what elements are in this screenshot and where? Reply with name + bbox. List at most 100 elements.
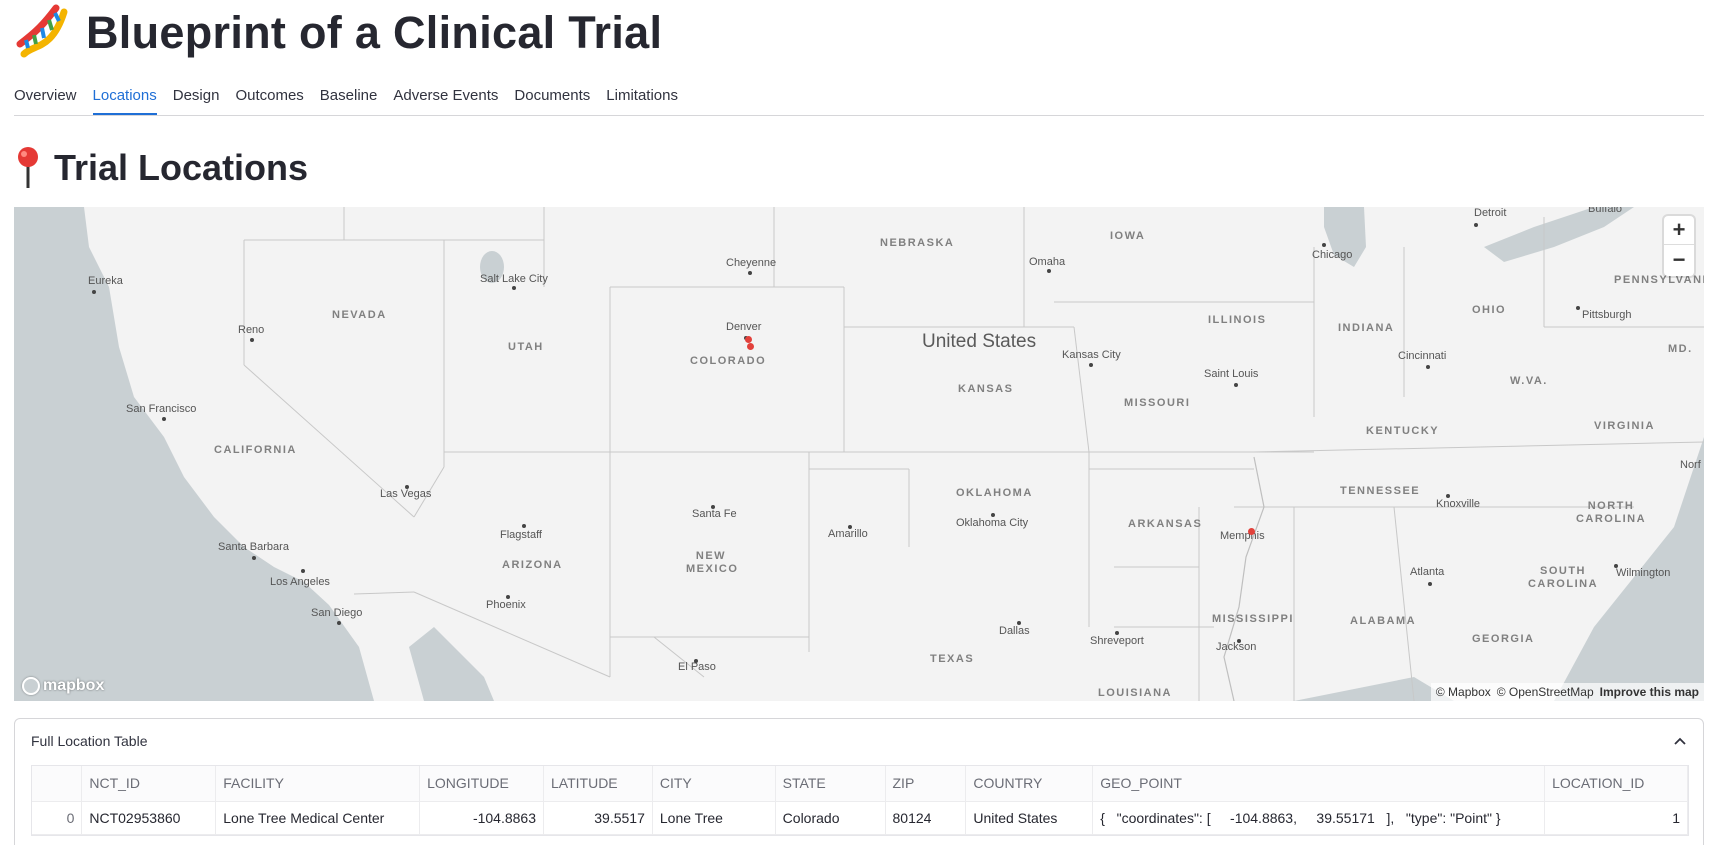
geo-point-cell[interactable]: { "coordinates": [ -104.8863, 39.55171 ]… xyxy=(1092,801,1546,835)
city-dot xyxy=(512,286,516,290)
column-header-index[interactable] xyxy=(32,766,83,802)
column-header-country[interactable]: COUNTRY xyxy=(965,766,1094,802)
city-cell[interactable]: Lone Tree xyxy=(652,801,776,835)
map-state-label: NEBRASKA xyxy=(880,237,955,249)
map-city-label: Salt Lake City xyxy=(480,273,548,285)
map-state-label: OKLAHOMA xyxy=(956,487,1033,499)
column-header-longitude[interactable]: LONGITUDE xyxy=(419,766,544,802)
map-state-label: KENTUCKY xyxy=(1366,425,1440,437)
trial-site-marker[interactable] xyxy=(1248,528,1255,535)
map-city-label: Denver xyxy=(726,321,762,333)
row-index-cell[interactable]: 0 xyxy=(32,801,83,835)
map-state-label: ALABAMA xyxy=(1350,615,1417,627)
expander-header[interactable]: Full Location Table xyxy=(15,719,1703,763)
city-dot xyxy=(1426,365,1430,369)
city-dot xyxy=(991,513,995,517)
mapbox-logo[interactable]: mapbox xyxy=(22,677,104,695)
city-dot xyxy=(1474,223,1478,227)
city-dot xyxy=(1047,269,1051,273)
column-header-facility[interactable]: FACILITY xyxy=(215,766,421,802)
chevron-up-icon[interactable] xyxy=(1673,734,1687,748)
map-state-label: MISSISSIPPI xyxy=(1212,613,1294,625)
city-dot xyxy=(301,569,305,573)
location-id-cell[interactable]: 1 xyxy=(1544,801,1688,835)
attribution-mapbox-link[interactable]: © Mapbox xyxy=(1436,685,1491,699)
city-dot xyxy=(405,485,409,489)
city-dot xyxy=(848,525,852,529)
city-dot xyxy=(694,659,698,663)
column-header-zip[interactable]: ZIP xyxy=(885,766,967,802)
locations-map[interactable]: United States NEBRASKA IOWA NEVADA UTAH … xyxy=(14,207,1704,701)
section-title: Trial Locations xyxy=(54,147,309,188)
map-city-label: Saint Louis xyxy=(1204,368,1259,380)
map-state-label: IOWA xyxy=(1110,230,1146,242)
city-dot xyxy=(250,338,254,342)
tab-locations[interactable]: Locations xyxy=(92,84,157,115)
map-state-label: OHIO xyxy=(1472,304,1507,316)
map-city-label: Norf xyxy=(1680,459,1701,471)
tab-adverse-events[interactable]: Adverse Events xyxy=(393,84,498,115)
map-city-label: San Francisco xyxy=(126,403,197,415)
country-cell[interactable]: United States xyxy=(965,801,1094,835)
facility-cell[interactable]: Lone Tree Medical Center xyxy=(215,801,421,835)
map-city-label: Reno xyxy=(238,324,265,336)
trial-site-marker[interactable] xyxy=(747,343,754,350)
column-header-latitude[interactable]: LATITUDE xyxy=(543,766,653,802)
map-city-label: Cincinnati xyxy=(1398,350,1447,362)
mapbox-logo-text: mapbox xyxy=(43,677,105,694)
map-state-label: NEW MEXICO xyxy=(686,550,739,575)
table-row: 0 NCT02953860 Lone Tree Medical Center -… xyxy=(32,801,1688,835)
map-state-label: VIRGINIA xyxy=(1594,420,1655,432)
map-city-label: Wilmington xyxy=(1616,567,1671,579)
column-header-location-id[interactable]: LOCATION_ID xyxy=(1544,766,1688,802)
map-state-label: ARIZONA xyxy=(502,559,563,571)
map-state-label: KANSAS xyxy=(958,383,1014,395)
longitude-cell[interactable]: -104.8863 xyxy=(419,801,544,835)
map-city-label: Amarillo xyxy=(828,528,868,540)
city-dot xyxy=(162,417,166,421)
round-pushpin-icon xyxy=(18,147,38,188)
city-dot xyxy=(506,595,510,599)
nct-id-cell[interactable]: NCT02953860 xyxy=(81,801,217,835)
mapbox-mark-icon xyxy=(22,677,40,695)
map-state-label: TEXAS xyxy=(930,653,975,665)
zip-cell[interactable]: 80124 xyxy=(885,801,967,835)
tab-limitations[interactable]: Limitations xyxy=(606,84,678,115)
zoom-out-button[interactable]: − xyxy=(1664,245,1694,274)
tab-baseline[interactable]: Baseline xyxy=(320,84,378,115)
state-cell[interactable]: Colorado xyxy=(775,801,886,835)
map-city-label: Phoenix xyxy=(486,599,526,611)
city-dot xyxy=(1446,494,1450,498)
city-dot xyxy=(1089,363,1093,367)
map-city-label: Kansas City xyxy=(1062,349,1121,361)
map-state-label: ARKANSAS xyxy=(1128,518,1203,530)
zoom-in-button[interactable]: + xyxy=(1664,216,1694,245)
map-city-label: Jackson xyxy=(1216,641,1257,653)
map-state-label: COLORADO xyxy=(690,355,767,367)
map-state-label: NEVADA xyxy=(332,309,387,321)
column-header-city[interactable]: CITY xyxy=(652,766,776,802)
trial-site-marker[interactable] xyxy=(745,336,752,343)
latitude-cell[interactable]: 39.5517 xyxy=(543,801,653,835)
improve-map-link[interactable]: Improve this map xyxy=(1600,685,1699,699)
tab-design[interactable]: Design xyxy=(173,84,220,115)
location-table[interactable]: NCT_ID FACILITY LONGITUDE LATITUDE CITY … xyxy=(31,765,1689,836)
map-city-label: Shreveport xyxy=(1090,635,1144,647)
tab-outcomes[interactable]: Outcomes xyxy=(235,84,303,115)
city-dot xyxy=(1428,582,1432,586)
column-header-nct-id[interactable]: NCT_ID xyxy=(81,766,217,802)
city-dot xyxy=(1576,306,1580,310)
attribution-osm-link[interactable]: © OpenStreetMap xyxy=(1497,685,1594,699)
map-city-label: Atlanta xyxy=(1410,566,1445,578)
map-state-label: NORTH CAROLINA xyxy=(1575,500,1647,525)
map-city-label: Las Vegas xyxy=(380,488,432,500)
column-header-geo-point[interactable]: GEO_POINT xyxy=(1092,766,1546,802)
city-dot xyxy=(252,556,256,560)
city-dot xyxy=(748,271,752,275)
map-state-label: INDIANA xyxy=(1338,322,1395,334)
tab-documents[interactable]: Documents xyxy=(514,84,590,115)
map-city-label: Santa Fe xyxy=(692,508,737,520)
tab-overview[interactable]: Overview xyxy=(14,84,77,115)
map-city-label: San Diego xyxy=(311,607,363,619)
column-header-state[interactable]: STATE xyxy=(775,766,886,802)
